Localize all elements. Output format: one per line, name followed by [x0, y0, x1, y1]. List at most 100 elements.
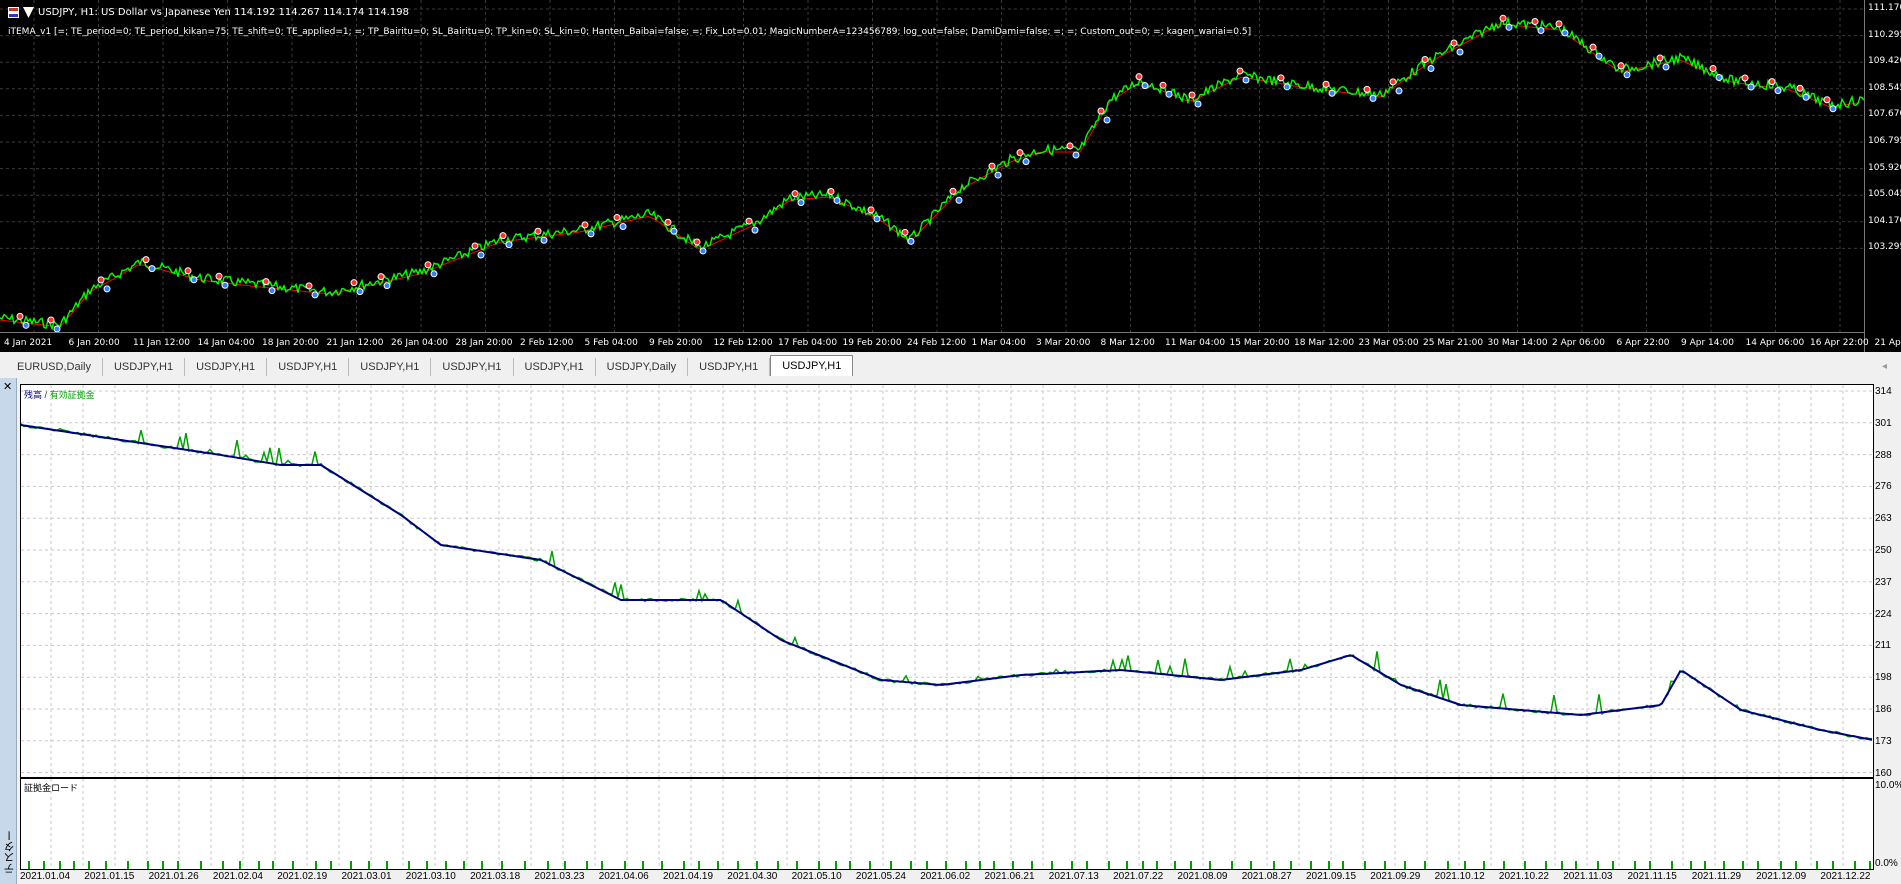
date-tick-label: 2021.11.29: [1691, 871, 1742, 882]
date-tick-label: 2021.01.04: [20, 871, 71, 882]
time-tick-label: 12 Feb 12:00: [713, 338, 773, 348]
trade-marker-buy: [1774, 87, 1782, 95]
equity-tick-label: 263: [1875, 513, 1892, 525]
graph-legend: 残高 / 有効証拠金: [24, 388, 95, 401]
chart-tab[interactable]: USDJPY,H1: [267, 358, 350, 376]
trade-marker-sell: [1656, 54, 1664, 62]
chart-tab[interactable]: USDJPY,H1: [349, 358, 432, 376]
time-tick-label: 19 Feb 20:00: [842, 338, 902, 348]
date-tick-label: 2021.09.29: [1370, 871, 1421, 882]
trade-marker-sell: [1322, 80, 1330, 88]
price-tick-label: 109.420: [1868, 56, 1901, 67]
trade-marker-buy: [873, 215, 881, 223]
trade-marker-sell: [1389, 78, 1397, 86]
date-tick-label: 2021.11.03: [1563, 871, 1613, 882]
price-tick-label: 111.170: [1868, 3, 1901, 13]
trade-marker-buy: [699, 247, 707, 255]
trade-marker-buy: [955, 196, 963, 204]
legend-equity: 有効証拠金: [49, 390, 95, 400]
equity-tick-label: 186: [1875, 704, 1892, 715]
trade-marker-buy: [1395, 87, 1403, 95]
chart-tab[interactable]: USDJPY,H1: [185, 358, 268, 376]
trade-marker-sell: [1531, 18, 1539, 25]
trade-marker-sell: [1236, 67, 1244, 75]
time-tick-label: 3 Mar 20:00: [1036, 338, 1091, 348]
time-tick-label: 15 Mar 20:00: [1229, 338, 1290, 348]
price-tick-label: 106.795: [1868, 136, 1901, 146]
close-icon[interactable]: ✕: [3, 380, 12, 393]
trade-marker-buy: [1715, 74, 1723, 82]
margin-tick-label: 10.0%: [1875, 780, 1901, 791]
price-tick-label: 105.045: [1868, 189, 1901, 200]
price-chart[interactable]: USDJPY, H1: US Dollar vs Japanese Yen 11…: [0, 0, 1901, 352]
legend-separator: /: [44, 390, 48, 400]
legend-balance: 残高: [24, 390, 43, 400]
trade-marker-sell: [613, 214, 621, 222]
trade-marker-buy: [1829, 105, 1837, 113]
trade-marker-sell: [1555, 20, 1563, 28]
time-tick-label: 18 Jan 20:00: [262, 338, 319, 348]
equity-tick-label: 276: [1875, 481, 1892, 493]
trade-marker-buy: [1537, 27, 1545, 34]
trade-marker-sell: [901, 228, 909, 236]
chart-tab[interactable]: EURUSD,Daily: [6, 358, 103, 376]
price-chart-canvas[interactable]: [0, 0, 1864, 332]
trade-marker-sell: [499, 232, 507, 240]
trade-marker-buy: [797, 199, 805, 207]
equity-tick-label: 224: [1875, 608, 1892, 620]
chart-tab[interactable]: USDJPY,H1: [431, 358, 514, 376]
time-tick-label: 14 Apr 06:00: [1745, 338, 1805, 348]
chart-tab[interactable]: USDJPY,H1: [688, 358, 771, 376]
trade-marker-sell: [262, 278, 270, 286]
trade-marker-sell: [1277, 74, 1285, 82]
trade-marker-buy: [22, 321, 30, 329]
trade-marker-sell: [1741, 74, 1749, 82]
trade-marker-buy: [221, 281, 229, 289]
chart-tab[interactable]: USDJPY,H1: [514, 358, 596, 376]
trade-marker-buy: [148, 265, 156, 273]
margin-load-canvas: [28, 779, 1871, 869]
time-tick-label: 21 Apr 14: [1874, 338, 1901, 348]
date-tick-label: 2021.12.09: [1756, 871, 1807, 882]
tab-scroll-icon[interactable]: ◂: [1882, 361, 1887, 372]
trade-marker-sell: [664, 218, 672, 226]
date-tick-label: 2021.05.24: [855, 871, 906, 882]
date-tick-label: 2021.03.18: [470, 871, 521, 882]
trade-marker-sell: [1188, 91, 1196, 99]
time-tick-label: 6 Jan 20:00: [68, 338, 120, 348]
trade-marker-buy: [1623, 71, 1631, 79]
chart-tab[interactable]: USDJPY,H1: [770, 355, 854, 376]
trade-marker-buy: [383, 282, 391, 290]
trade-marker-buy: [994, 171, 1002, 179]
trade-marker-sell: [377, 273, 385, 281]
date-tick-label: 2021.02.04: [212, 871, 263, 882]
equity-tick-label: 173: [1875, 735, 1892, 747]
trade-marker-buy: [1369, 94, 1377, 102]
chart-tab[interactable]: USDJPY,H1: [103, 358, 186, 376]
arrow-down-icon[interactable]: [23, 7, 34, 18]
trade-marker-buy: [751, 226, 759, 234]
trade-marker-sell: [1135, 73, 1143, 81]
chart-tab[interactable]: USDJPY,Daily: [596, 358, 689, 376]
trade-marker-buy: [1427, 65, 1435, 72]
trade-marker-buy: [1283, 83, 1291, 91]
margin-load-graph: [20, 778, 1874, 870]
chart-title: USDJPY, H1: US Dollar vs Japanese Yen 11…: [38, 7, 409, 18]
date-tick-label: 2021.03.10: [405, 871, 456, 882]
trade-marker-sell: [581, 221, 589, 229]
indicator-params: iTEMA_v1 [=; TE_period=0; TE_period_kika…: [8, 27, 1252, 37]
trade-marker-sell: [745, 217, 753, 225]
date-tick-label: 2021.12.22: [1820, 871, 1871, 882]
time-tick-label: 6 Apr 22:00: [1616, 338, 1670, 348]
equity-tick-label: 288: [1875, 449, 1892, 461]
price-tick-label: 105.920: [1868, 162, 1901, 173]
time-tick-label: 9 Apr 14:00: [1681, 338, 1734, 348]
date-tick-label: 2021.04.06: [598, 871, 649, 882]
equity-tick-label: 301: [1875, 417, 1892, 429]
trade-marker-buy: [1072, 151, 1080, 159]
date-tick-label: 2021.06.21: [984, 871, 1035, 882]
trade-marker-buy: [907, 237, 915, 245]
trade-marker-buy: [619, 223, 627, 231]
trade-marker-buy: [190, 276, 198, 284]
date-tick-label: 2021.08.27: [1241, 871, 1292, 882]
